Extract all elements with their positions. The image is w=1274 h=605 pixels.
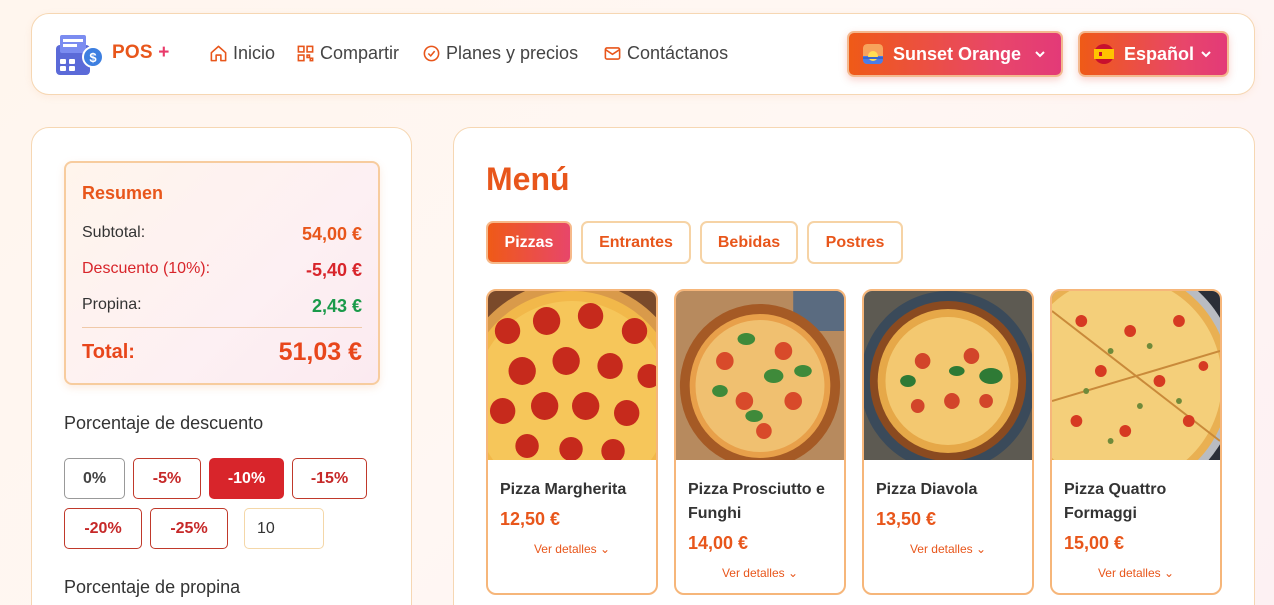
tab-postres[interactable]: Postres bbox=[807, 221, 903, 264]
pizza-quattro-formaggi-image bbox=[1052, 291, 1220, 501]
summary-card: Resumen Subtotal: 54,00 € Descuento (10%… bbox=[64, 161, 380, 385]
view-details-link[interactable]: Ver detalles ⌄ bbox=[488, 542, 656, 556]
view-details-label: Ver detalles bbox=[909, 542, 973, 556]
language-selector-label: Español bbox=[1124, 43, 1195, 64]
total-label: Total: bbox=[82, 341, 135, 363]
view-details-label: Ver detalles bbox=[533, 542, 597, 556]
mail-icon bbox=[604, 47, 621, 60]
pizza-prosciutto-image bbox=[676, 291, 844, 468]
total-value: 51,03 € bbox=[278, 338, 362, 366]
total-row: Total: 51,03 € bbox=[82, 338, 362, 367]
tip-section-label: Porcentaje de propina bbox=[64, 577, 241, 597]
subtotal-label: Subtotal: bbox=[82, 224, 146, 241]
view-details-label: Ver detalles bbox=[721, 566, 785, 580]
menu-item-name: Pizza Quattro Formaggi bbox=[1064, 481, 1167, 522]
discount-row: Descuento (10%): -5,40 € bbox=[82, 260, 362, 281]
menu-item-price: 13,50 € bbox=[876, 509, 937, 529]
nav-link-label: Contáctanos bbox=[627, 43, 729, 63]
menu-item-name: Pizza Diavola bbox=[876, 481, 978, 498]
subtotal-row: Subtotal: 54,00 € bbox=[82, 224, 362, 245]
pizza-diavola-image bbox=[864, 291, 1032, 471]
discount-option-10[interactable]: -10% bbox=[209, 458, 284, 499]
chevron-down-icon bbox=[1201, 51, 1211, 58]
theme-selector-label: Sunset Orange bbox=[893, 43, 1022, 64]
menu-item-price: 14,00 € bbox=[688, 533, 749, 553]
view-details-link[interactable]: Ver detalles ⌄ bbox=[676, 566, 844, 580]
discount-option-5[interactable]: -5% bbox=[133, 458, 201, 499]
menu-item-price: 12,50 € bbox=[500, 509, 561, 529]
menu-item-name: Pizza Margherita bbox=[500, 481, 627, 498]
check-badge-icon bbox=[423, 45, 440, 62]
tab-bebidas[interactable]: Bebidas bbox=[700, 221, 798, 264]
nav-link-compartir[interactable]: Compartir bbox=[296, 43, 399, 64]
tip-row: Propina: 2,43 € bbox=[82, 296, 362, 317]
brand-name[interactable]: POS + bbox=[112, 42, 170, 64]
view-details-link[interactable]: Ver detalles ⌄ bbox=[864, 542, 1032, 556]
pos-logo-icon[interactable]: $ bbox=[54, 33, 104, 77]
menu-item-name: Pizza Prosciutto e Funghi bbox=[688, 481, 825, 522]
brand-plus: + bbox=[158, 42, 170, 63]
menu-item-price: 15,00 € bbox=[1064, 533, 1125, 553]
view-details-link[interactable]: Ver detalles ⌄ bbox=[1052, 566, 1220, 580]
menu-item-card[interactable]: Pizza Prosciutto e Funghi 14,00 € Ver de… bbox=[674, 289, 846, 595]
discount-option-15[interactable]: -15% bbox=[292, 458, 367, 499]
tab-pizzas[interactable]: Pizzas bbox=[486, 221, 572, 264]
menu-panel: Menú Pizzas Entrantes Bebidas Postres Pi… bbox=[453, 127, 1255, 605]
brand-text: POS bbox=[112, 42, 153, 63]
nav-link-label: Compartir bbox=[320, 43, 400, 63]
discount-option-20[interactable]: -20% bbox=[64, 508, 142, 549]
home-icon bbox=[210, 45, 227, 62]
view-details-label: Ver detalles bbox=[1097, 566, 1161, 580]
nav-link-label: Planes y precios bbox=[446, 43, 579, 63]
discount-option-25[interactable]: -25% bbox=[150, 508, 228, 549]
language-selector[interactable]: Español bbox=[1078, 31, 1229, 77]
chevron-down-icon bbox=[1035, 51, 1045, 58]
chevron-down-icon: ⌄ bbox=[600, 542, 611, 556]
subtotal-value: 54,00 € bbox=[301, 224, 362, 244]
menu-item-card[interactable]: Pizza Diavola 13,50 € Ver detalles ⌄ bbox=[862, 289, 1034, 595]
menu-item-card[interactable]: Pizza Margherita 12,50 € Ver detalles ⌄ bbox=[486, 289, 658, 595]
summary-title: Resumen bbox=[82, 183, 164, 203]
top-navbar: $ POS + Inicio Compartir Planes y precio… bbox=[31, 13, 1255, 95]
discount-option-0[interactable]: 0% bbox=[64, 458, 125, 499]
theme-selector[interactable]: Sunset Orange bbox=[847, 31, 1063, 77]
nav-link-inicio[interactable]: Inicio bbox=[209, 43, 275, 64]
discount-section-label: Porcentaje de descuento bbox=[64, 413, 264, 433]
sunset-emoji-icon bbox=[863, 44, 883, 64]
nav-link-label: Inicio bbox=[233, 43, 276, 63]
discount-label: Descuento (10%): bbox=[82, 260, 211, 277]
order-panel: Resumen Subtotal: 54,00 € Descuento (10%… bbox=[31, 127, 412, 605]
qr-code-icon bbox=[297, 45, 314, 62]
custom-discount-input[interactable]: 10 bbox=[244, 508, 324, 549]
chevron-down-icon: ⌄ bbox=[1164, 566, 1175, 580]
tab-entrantes[interactable]: Entrantes bbox=[581, 221, 691, 264]
spain-flag-icon bbox=[1094, 44, 1114, 64]
chevron-down-icon: ⌄ bbox=[788, 566, 799, 580]
summary-divider bbox=[82, 327, 362, 328]
tip-value: 2,43 € bbox=[311, 296, 362, 316]
nav-link-contacto[interactable]: Contáctanos bbox=[603, 43, 728, 64]
svg-text:$: $ bbox=[89, 50, 97, 65]
discount-value: -5,40 € bbox=[305, 260, 362, 280]
nav-link-planes[interactable]: Planes y precios bbox=[422, 43, 578, 64]
pizza-margherita-image bbox=[488, 291, 656, 521]
chevron-down-icon: ⌄ bbox=[976, 542, 987, 556]
menu-title: Menú bbox=[486, 161, 570, 197]
tip-label: Propina: bbox=[82, 296, 142, 313]
menu-item-card[interactable]: Pizza Quattro Formaggi 15,00 € Ver detal… bbox=[1050, 289, 1222, 595]
